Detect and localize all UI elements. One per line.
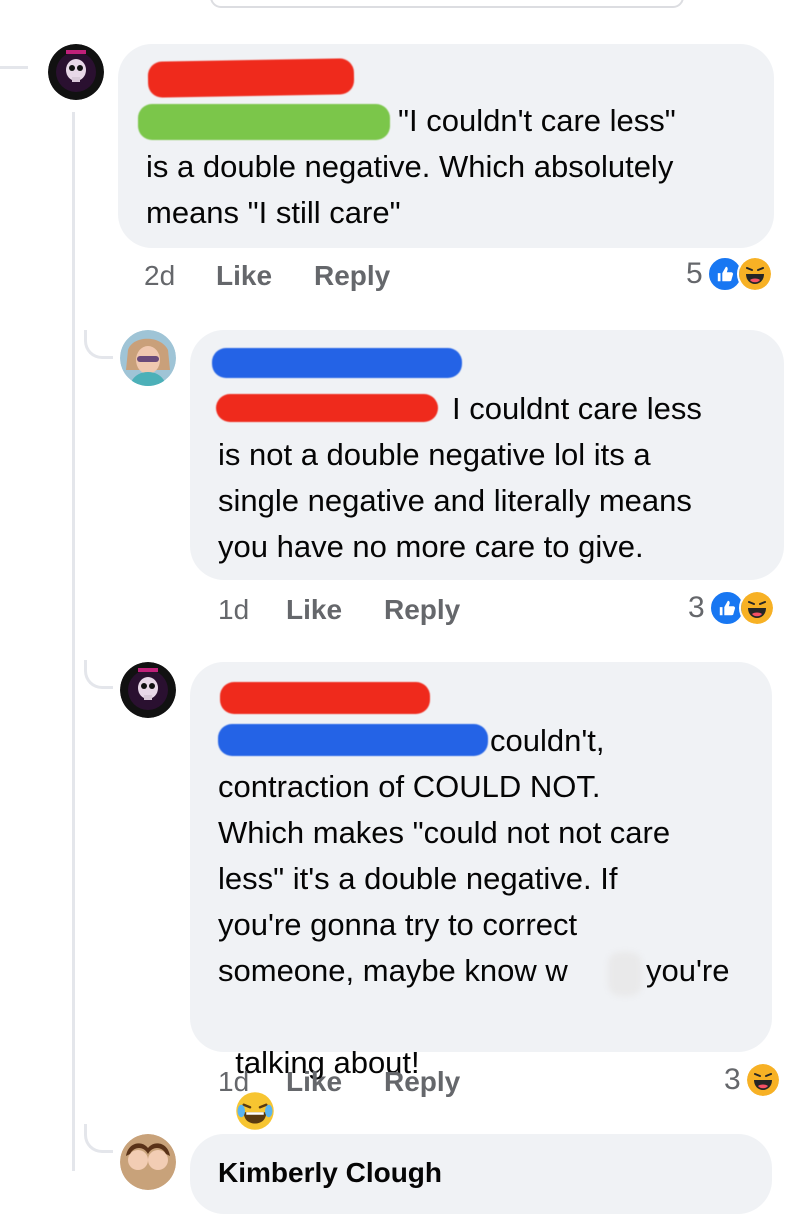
comment-text-line: single negative and literally means bbox=[218, 483, 692, 518]
user-photo-avatar-icon bbox=[120, 1134, 176, 1190]
thread-branch-2 bbox=[84, 330, 113, 359]
comment-timestamp[interactable]: 1d bbox=[218, 1066, 249, 1098]
reaction-summary[interactable]: 3 bbox=[688, 590, 775, 626]
comment-text-line: you're bbox=[646, 953, 730, 988]
redacted-mention bbox=[218, 724, 488, 756]
like-button[interactable]: Like bbox=[286, 1066, 342, 1098]
comment-text-line: someone, maybe know w bbox=[218, 953, 568, 988]
redacted-mention bbox=[216, 394, 438, 422]
comment-timestamp[interactable]: 1d bbox=[218, 594, 249, 626]
skull-avatar-icon bbox=[120, 662, 176, 718]
thread-connector-line bbox=[72, 112, 75, 1171]
thread-connector-top bbox=[0, 66, 28, 69]
redacted-mention bbox=[138, 104, 390, 140]
comment-text-line: "I couldn't care less" bbox=[398, 103, 676, 138]
comment-text-line: talking about! bbox=[218, 994, 420, 1132]
haha-icon bbox=[736, 256, 773, 292]
like-button[interactable]: Like bbox=[216, 260, 272, 292]
haha-icon bbox=[738, 590, 775, 626]
avatar[interactable] bbox=[120, 330, 176, 386]
redacted-name bbox=[212, 348, 462, 378]
comment-text-line: is a double negative. Which absolutely bbox=[146, 149, 674, 184]
avatar[interactable] bbox=[48, 44, 104, 100]
comment-text-line: I couldnt care less bbox=[452, 391, 702, 426]
reply-button[interactable]: Reply bbox=[384, 594, 460, 626]
avatar[interactable] bbox=[120, 1134, 176, 1190]
obscured-word-smudge bbox=[608, 952, 642, 996]
reaction-count: 3 bbox=[688, 591, 705, 624]
comment-text-line: couldn't, bbox=[490, 723, 605, 758]
reaction-count: 5 bbox=[686, 257, 703, 290]
comment-timestamp[interactable]: 2d bbox=[144, 260, 175, 292]
reaction-summary[interactable]: 3 bbox=[724, 1062, 781, 1098]
like-button[interactable]: Like bbox=[286, 594, 342, 626]
previous-comment-box-edge bbox=[210, 0, 684, 8]
redacted-name bbox=[147, 58, 355, 98]
comment-text-line: means "I still care" bbox=[146, 195, 401, 230]
comment-text-line: contraction of COULD NOT. bbox=[218, 769, 601, 804]
comment-text-line: Which makes "could not not care bbox=[218, 815, 671, 850]
comment-text-line: you're gonna try to correct bbox=[218, 907, 578, 942]
haha-icon bbox=[744, 1062, 781, 1098]
comment-text-line: is not a double negative lol its a bbox=[218, 437, 651, 472]
comment-text-line: less" it's a double negative. If bbox=[218, 861, 618, 896]
reaction-summary[interactable]: 5 bbox=[686, 256, 773, 292]
thread-branch-3 bbox=[84, 660, 113, 689]
skull-avatar-icon bbox=[48, 44, 104, 100]
comment-author-name[interactable]: Kimberly Clough bbox=[218, 1150, 442, 1196]
user-photo-avatar-icon bbox=[120, 330, 176, 386]
reply-button[interactable]: Reply bbox=[314, 260, 390, 292]
redacted-name bbox=[220, 682, 430, 714]
avatar[interactable] bbox=[120, 662, 176, 718]
comment-text-line: you have no more care to give. bbox=[218, 529, 644, 564]
thread-branch-4 bbox=[84, 1124, 113, 1153]
reply-button[interactable]: Reply bbox=[384, 1066, 460, 1098]
reaction-count: 3 bbox=[724, 1063, 741, 1096]
